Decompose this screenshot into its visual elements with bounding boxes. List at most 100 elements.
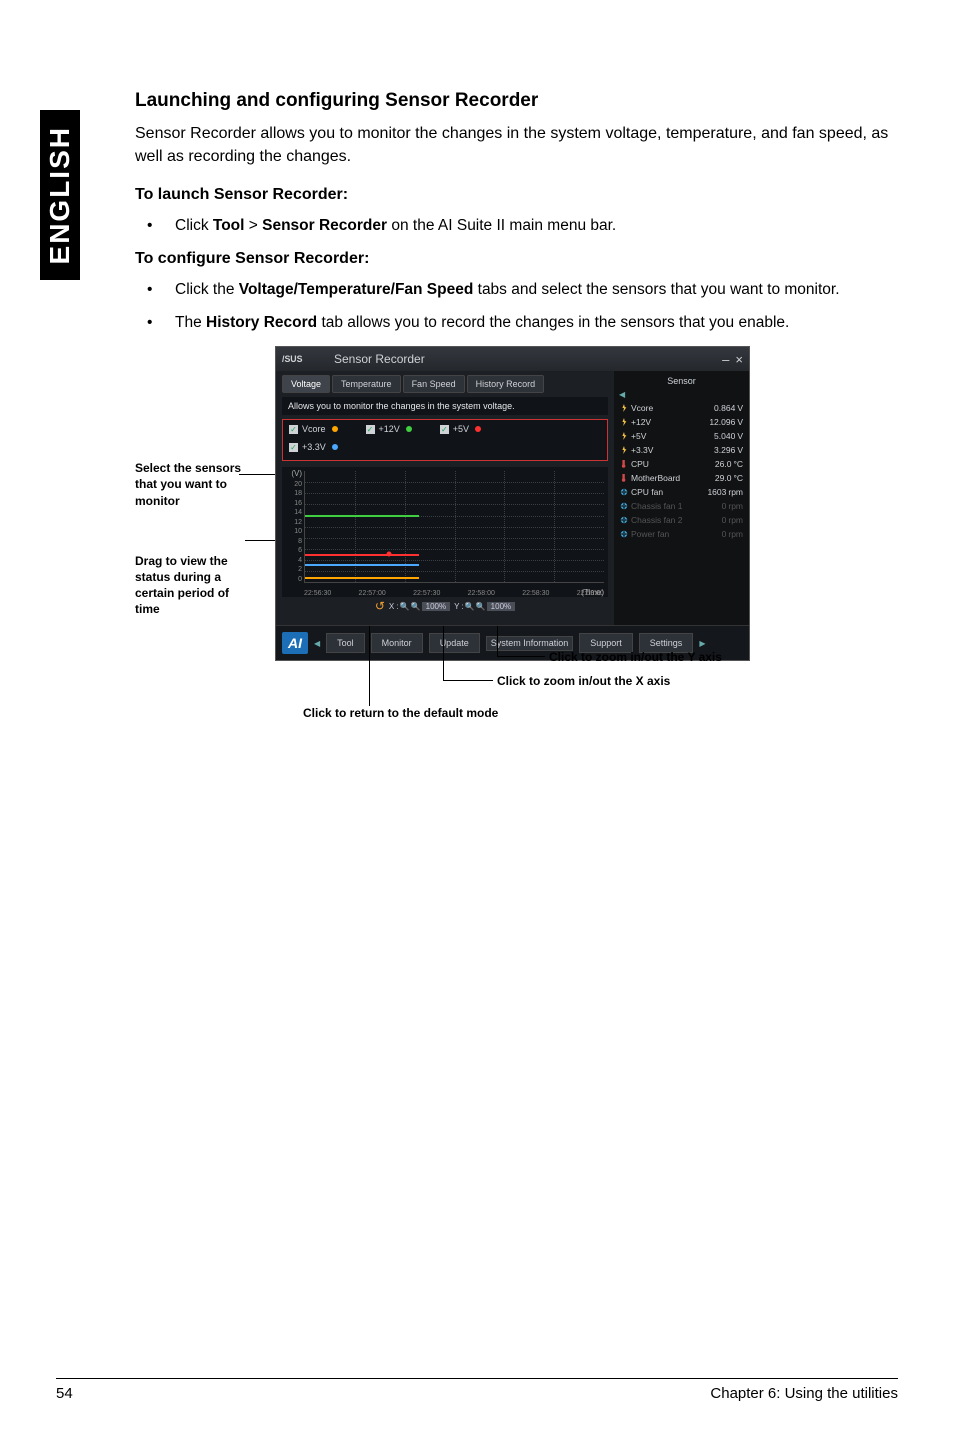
- minimize-button[interactable]: –: [722, 352, 729, 367]
- sensor-readout-panel: Sensor ◀ Vcore0.864V+12V12.096V+5V5.040V…: [614, 371, 749, 625]
- series-line: [305, 564, 419, 566]
- y-tick: 8: [298, 538, 302, 545]
- window-titlebar[interactable]: /SUS Sensor Recorder – ×: [276, 347, 749, 371]
- tab-voltage[interactable]: Voltage: [282, 375, 330, 393]
- sensor-value: 12.096V: [709, 417, 743, 427]
- sensor-row: +3.3V 3.296V: [618, 443, 745, 457]
- window-title: Sensor Recorder: [330, 352, 722, 366]
- sensor-row: Chassis fan 10rpm: [618, 499, 745, 513]
- launch-heading: To launch Sensor Recorder:: [135, 186, 890, 204]
- y-tick: 16: [294, 500, 302, 507]
- sensor-name: +3.3V: [620, 445, 653, 455]
- config-item-2: The History Record tab allows you to rec…: [175, 311, 890, 334]
- launch-list: Click Tool > Sensor Recorder on the AI S…: [135, 214, 890, 237]
- config-heading: To configure Sensor Recorder:: [135, 250, 890, 268]
- section-heading: Launching and configuring Sensor Recorde…: [135, 90, 890, 112]
- sensor-row: CPU26.0°C: [618, 457, 745, 471]
- series-line: [305, 577, 419, 579]
- y-tick: 0: [298, 576, 302, 583]
- sensor-row: MotherBoard29.0°C: [618, 471, 745, 485]
- callout-line: [497, 656, 545, 657]
- page-content: Launching and configuring Sensor Recorde…: [135, 90, 890, 346]
- text: on the AI Suite II main menu bar.: [387, 217, 616, 234]
- sensor-name: +12V: [620, 417, 651, 427]
- bottom-update-button[interactable]: Update: [429, 633, 480, 653]
- nav-prev-icon[interactable]: ◀: [314, 639, 320, 648]
- tab-fan-speed[interactable]: Fan Speed: [403, 375, 465, 393]
- series-line: [305, 515, 419, 517]
- x-tick: 22:58:30: [522, 590, 549, 597]
- bold-text: Sensor Recorder: [262, 217, 387, 234]
- sensor-recorder-window: /SUS Sensor Recorder – × Voltage Tempera…: [275, 346, 750, 661]
- category-tabs: Voltage Temperature Fan Speed History Re…: [282, 375, 608, 393]
- x-tick: 22:56:30: [304, 590, 331, 597]
- sensor-name: Power fan: [620, 529, 669, 539]
- zoom-in-icon[interactable]: 🔍: [400, 602, 410, 611]
- text: >: [244, 217, 262, 234]
- callout-line: [443, 680, 493, 681]
- text: tabs and select the sensors that you wan…: [473, 281, 839, 298]
- tab-temperature[interactable]: Temperature: [332, 375, 401, 393]
- sensor-value: 29.0°C: [715, 473, 743, 483]
- callout-reset-mode: Click to return to the default mode: [303, 706, 498, 720]
- reset-zoom-button[interactable]: ↺: [375, 599, 385, 613]
- checkbox-12v[interactable]: ✓+12V: [366, 424, 412, 434]
- scroll-up-icon[interactable]: ◀: [618, 390, 745, 401]
- sensor-chart[interactable]: (V) 20 18 16 14 12 10 8 6 4 2 0: [282, 467, 608, 597]
- zoom-out-icon[interactable]: 🔍: [476, 602, 486, 611]
- x-zoom-control[interactable]: X : 🔍 🔍 100%: [389, 602, 450, 611]
- window-buttons: – ×: [722, 352, 743, 367]
- y-zoom-control[interactable]: Y : 🔍 🔍 100%: [454, 602, 515, 611]
- callout-drag-view: Drag to view the status during a certain…: [135, 553, 255, 618]
- label: X :: [389, 602, 399, 611]
- callout-line: [245, 540, 279, 541]
- bottom-monitor-button[interactable]: Monitor: [371, 633, 423, 653]
- checkbox-3-3v[interactable]: ✓+3.3V: [289, 442, 601, 452]
- y-tick: 6: [298, 547, 302, 554]
- asus-logo: /SUS: [282, 353, 330, 365]
- label: +12V: [379, 424, 400, 434]
- checkbox-vcore[interactable]: ✓Vcore: [289, 424, 338, 434]
- sensor-value: 0rpm: [722, 515, 743, 525]
- sensor-name: Vcore: [620, 403, 653, 413]
- callout-select-sensors: Select the sensors that you want to moni…: [135, 460, 255, 509]
- sensor-value: 3.296V: [714, 445, 743, 455]
- y-tick: 14: [294, 509, 302, 516]
- sensor-name: Chassis fan 2: [620, 515, 683, 525]
- data-point-icon: [386, 552, 391, 557]
- zoom-out-icon[interactable]: 🔍: [411, 602, 421, 611]
- callout-line: [497, 626, 498, 656]
- y-tick: 4: [298, 557, 302, 564]
- chart-grid[interactable]: [304, 471, 604, 583]
- launch-item: Click Tool > Sensor Recorder on the AI S…: [175, 214, 890, 237]
- x-tick: 22:58:00: [468, 590, 495, 597]
- y-axis-unit: (V): [291, 469, 302, 478]
- callout-line: [443, 626, 444, 680]
- close-button[interactable]: ×: [735, 352, 743, 367]
- bottom-tool-button[interactable]: Tool: [326, 633, 365, 653]
- x-tick: 22:59:00: [577, 590, 604, 597]
- sensor-row: +12V 12.096V: [618, 415, 745, 429]
- label: Vcore: [302, 424, 326, 434]
- y-tick: 12: [294, 519, 302, 526]
- bottom-sysinfo-button[interactable]: System Information: [486, 636, 574, 651]
- bold-text: History Record: [206, 314, 317, 331]
- nav-next-icon[interactable]: ▶: [699, 639, 705, 648]
- panel-description: Allows you to monitor the changes in the…: [282, 397, 608, 415]
- ai-suite-logo[interactable]: AI: [282, 632, 308, 654]
- zoom-toolbar: ↺ X : 🔍 🔍 100% Y : 🔍 🔍 100%: [282, 597, 608, 617]
- zoom-in-icon[interactable]: 🔍: [465, 602, 475, 611]
- callout-line: [369, 626, 370, 706]
- sensor-name: CPU fan: [620, 487, 663, 497]
- sensor-name: Chassis fan 1: [620, 501, 683, 511]
- zoom-percent: 100%: [422, 602, 450, 611]
- text: Click the: [175, 281, 239, 298]
- config-list: Click the Voltage/Temperature/Fan Speed …: [135, 278, 890, 335]
- tab-history-record[interactable]: History Record: [467, 375, 545, 393]
- sensor-row: Vcore0.864V: [618, 401, 745, 415]
- y-tick: 18: [294, 490, 302, 497]
- config-item-1: Click the Voltage/Temperature/Fan Speed …: [175, 278, 890, 301]
- label: +3.3V: [302, 442, 326, 452]
- checkbox-5v[interactable]: ✓+5V: [440, 424, 481, 434]
- callout-zoom-x: Click to zoom in/out the X axis: [497, 674, 670, 688]
